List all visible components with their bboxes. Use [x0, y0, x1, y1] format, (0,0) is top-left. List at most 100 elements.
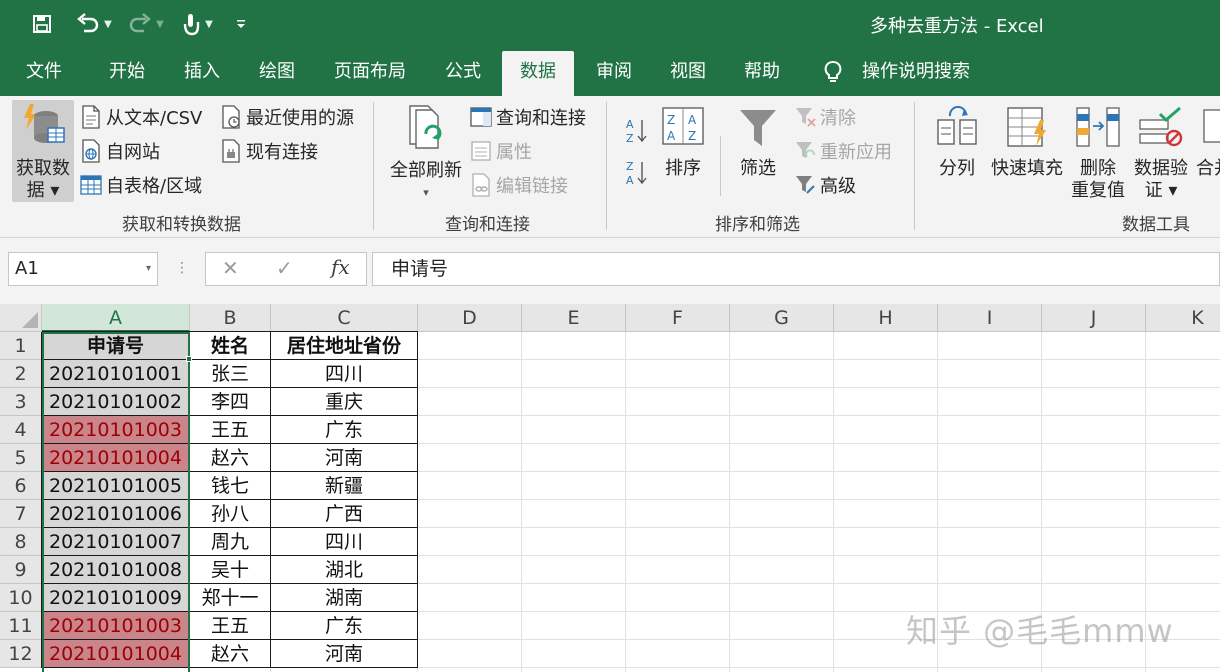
data-validation-button[interactable]: 数据验 证 ▾	[1130, 106, 1192, 202]
reapply-button[interactable]: 重新应用	[794, 138, 892, 164]
customize-icon[interactable]	[232, 10, 250, 38]
province-cell[interactable]: 广东	[271, 612, 417, 639]
redo-icon[interactable]: ▼	[124, 10, 168, 38]
tab-data[interactable]: 数据	[502, 51, 574, 96]
select-all-button[interactable]	[0, 304, 42, 332]
sort-az-button[interactable]: AZ	[624, 116, 648, 144]
column-header-d[interactable]: D	[418, 304, 522, 332]
province-cell[interactable]: 湖南	[271, 584, 417, 611]
id-cell[interactable]: 20210101001	[42, 360, 189, 387]
text-to-columns-button[interactable]: 分列	[930, 105, 984, 180]
queries-connections-button[interactable]: 查询和连接	[470, 104, 586, 130]
id-cell[interactable]: 20210101006	[42, 500, 189, 527]
sort-button[interactable]: ZAAZ 排序	[656, 106, 710, 180]
name-cell[interactable]: 孙八	[190, 500, 270, 527]
undo-icon[interactable]: ▼	[72, 10, 116, 38]
clear-filter-button[interactable]: 清除	[794, 104, 856, 130]
name-cell[interactable]: 钱七	[190, 472, 270, 499]
column-header-h[interactable]: H	[834, 304, 938, 332]
tab-insert[interactable]: 插入	[168, 48, 236, 96]
tab-help[interactable]: 帮助	[728, 48, 796, 96]
row-header-7[interactable]: 7	[0, 500, 42, 528]
id-cell[interactable]: 20210101003	[42, 612, 189, 639]
province-cell[interactable]: 新疆	[271, 472, 417, 499]
consolidate-button[interactable]: 合并	[1196, 106, 1220, 180]
advanced-filter-button[interactable]: 高级	[794, 172, 856, 198]
id-cell[interactable]: 20210101004	[42, 444, 189, 471]
province-cell[interactable]: 重庆	[271, 388, 417, 415]
province-cell[interactable]: 广西	[271, 500, 417, 527]
name-cell[interactable]: 周九	[190, 528, 270, 555]
name-cell[interactable]: 王五	[190, 612, 270, 639]
table-header-cell[interactable]: 居住地址省份	[271, 332, 417, 359]
column-header-e[interactable]: E	[522, 304, 626, 332]
row-header-4[interactable]: 4	[0, 416, 42, 444]
from-web-button[interactable]: 自网站	[80, 138, 160, 164]
name-cell[interactable]: 张三	[190, 360, 270, 387]
row-header-9[interactable]: 9	[0, 556, 42, 584]
id-cell[interactable]: 20210101007	[42, 528, 189, 555]
name-box[interactable]: A1 ▾	[8, 252, 158, 286]
touch-mode-icon[interactable]: ▼	[174, 10, 220, 38]
cancel-icon[interactable]: ✕	[222, 256, 239, 280]
row-header-6[interactable]: 6	[0, 472, 42, 500]
properties-button[interactable]: 属性	[470, 138, 532, 164]
province-cell[interactable]: 河南	[271, 640, 417, 667]
id-cell[interactable]: 20210101009	[42, 584, 189, 611]
column-header-f[interactable]: F	[626, 304, 730, 332]
lightbulb-icon[interactable]	[822, 60, 844, 84]
row-header-8[interactable]: 8	[0, 528, 42, 556]
tab-draw[interactable]: 绘图	[242, 48, 312, 96]
row-header-12[interactable]: 12	[0, 640, 42, 668]
row-header-5[interactable]: 5	[0, 444, 42, 472]
existing-connections-button[interactable]: 现有连接	[220, 138, 318, 164]
fill-handle[interactable]	[186, 356, 192, 362]
row-header-2[interactable]: 2	[0, 360, 42, 388]
filter-button[interactable]: 筛选	[730, 106, 786, 180]
save-icon[interactable]	[28, 10, 56, 38]
column-header-a[interactable]: A	[42, 304, 190, 332]
province-cell[interactable]: 广东	[271, 416, 417, 443]
row-header-1[interactable]: 1	[0, 332, 42, 360]
id-cell[interactable]: 20210101004	[42, 640, 189, 667]
name-cell[interactable]: 赵六	[190, 640, 270, 667]
table-header-cell[interactable]: 申请号	[42, 332, 189, 359]
tab-home[interactable]: 开始	[92, 48, 162, 96]
province-cell[interactable]: 湖北	[271, 556, 417, 583]
tab-page-layout[interactable]: 页面布局	[320, 48, 420, 96]
column-header-g[interactable]: G	[730, 304, 834, 332]
id-cell[interactable]: 20210101005	[42, 472, 189, 499]
province-cell[interactable]: 河南	[271, 444, 417, 471]
column-header-k[interactable]: K	[1146, 304, 1220, 332]
province-cell[interactable]: 四川	[271, 360, 417, 387]
column-header-j[interactable]: J	[1042, 304, 1146, 332]
id-cell[interactable]: 20210101008	[42, 556, 189, 583]
column-header-i[interactable]: I	[938, 304, 1042, 332]
edit-links-button[interactable]: 编辑链接	[470, 172, 568, 198]
row-header-11[interactable]: 11	[0, 612, 42, 640]
row-header-3[interactable]: 3	[0, 388, 42, 416]
tab-review[interactable]: 审阅	[580, 48, 648, 96]
tab-formulas[interactable]: 公式	[428, 48, 498, 96]
tab-tell-me[interactable]: 操作说明搜索	[856, 48, 976, 96]
remove-duplicates-button[interactable]: 删除 重复值	[1068, 106, 1128, 202]
chevron-down-icon[interactable]: ▾	[146, 253, 151, 285]
column-header-b[interactable]: B	[190, 304, 271, 332]
refresh-all-button[interactable]: 全部刷新 ▾	[386, 104, 466, 204]
id-cell[interactable]: 20210101003	[42, 416, 189, 443]
row-header-10[interactable]: 10	[0, 584, 42, 612]
id-cell[interactable]: 20210101002	[42, 388, 189, 415]
sort-za-button[interactable]: ZA	[624, 158, 648, 186]
from-table-button[interactable]: 自表格/区域	[80, 172, 202, 198]
from-text-csv-button[interactable]: 从文本/CSV	[80, 104, 202, 130]
name-cell[interactable]: 郑十一	[190, 584, 270, 611]
name-cell[interactable]: 王五	[190, 416, 270, 443]
recent-sources-button[interactable]: 最近使用的源	[220, 104, 354, 130]
name-cell[interactable]: 吴十	[190, 556, 270, 583]
resize-handle-icon[interactable]: ⋮	[175, 260, 189, 276]
name-cell[interactable]: 赵六	[190, 444, 270, 471]
tab-view[interactable]: 视图	[654, 48, 722, 96]
enter-icon[interactable]: ✓	[276, 256, 293, 280]
flash-fill-button[interactable]: 快速填充	[990, 106, 1064, 180]
formula-input[interactable]: 申请号	[372, 252, 1220, 286]
